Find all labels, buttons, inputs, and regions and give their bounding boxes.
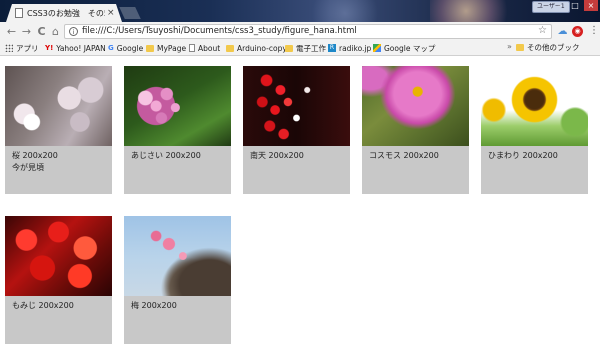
flower-photo-himawari: [481, 66, 588, 146]
bookmark-about[interactable]: About: [189, 42, 220, 54]
bookmark-radiko[interactable]: R radiko.jp: [328, 42, 371, 54]
flower-card-ajisai: あじさい 200x200: [124, 66, 231, 194]
address-bar[interactable]: i file:///C:/Users/Tsuyoshi/Documents/cs…: [64, 24, 552, 39]
apps-grid-icon: [5, 44, 13, 52]
maps-icon: [373, 44, 381, 52]
flower-card-cosmos: コスモス 200x200: [362, 66, 469, 194]
bookmark-google-maps[interactable]: Google マップ: [373, 42, 435, 54]
browser-toolbar: ← → C ⌂ i file:///C:/Users/Tsuyoshi/Docu…: [0, 22, 600, 41]
bookmark-mypage[interactable]: MyPage: [146, 42, 186, 54]
minimize-button[interactable]: –: [553, 0, 567, 11]
extension-icon[interactable]: ◉: [572, 26, 583, 37]
bookmark-google[interactable]: G Google: [108, 42, 143, 54]
radiko-icon: R: [328, 44, 336, 52]
page-favicon-icon: [15, 8, 23, 18]
flower-card-momiji: もみじ 200x200: [5, 216, 112, 344]
other-bookmarks[interactable]: その他のブック: [516, 42, 580, 53]
home-button[interactable]: ⌂: [49, 25, 62, 38]
flower-photo-sakura: [5, 66, 112, 146]
maximize-button[interactable]: □: [568, 0, 582, 11]
flower-caption: ひまわり 200x200: [488, 151, 558, 160]
flower-card-nanten: 南天 200x200: [243, 66, 350, 194]
folder-icon: [516, 44, 524, 51]
flower-photo-cosmos: [362, 66, 469, 146]
flower-photo-nanten: [243, 66, 350, 146]
bookmark-label: Yahoo! JAPAN: [56, 43, 106, 53]
tab-close-icon[interactable]: ×: [107, 8, 115, 18]
bookmark-arduino-copy[interactable]: Arduino-copy: [226, 42, 287, 54]
bookmark-label: Google マップ: [384, 43, 436, 53]
flower-caption: 桜 200x200 今が見頃: [12, 151, 58, 172]
close-window-button[interactable]: ×: [584, 0, 598, 11]
bookmark-denshi-kousaku[interactable]: 電子工作: [285, 42, 326, 54]
flower-caption: 梅 200x200: [131, 301, 177, 310]
overflow-chevron-icon[interactable]: »: [507, 42, 514, 54]
flower-caption: 南天 200x200: [250, 151, 304, 160]
flower-card-ume: 梅 200x200: [124, 216, 231, 344]
yahoo-icon: Y!: [45, 44, 54, 52]
bookmark-label: radiko.jp: [339, 43, 372, 53]
browser-tab[interactable]: CSS3のお勉強 その5 ×: [6, 4, 122, 22]
page-icon: [189, 44, 195, 52]
bookmark-label: Arduino-copy: [237, 43, 287, 53]
desktop-background: [300, 0, 390, 22]
cloud-extension-icon[interactable]: ☁: [557, 26, 568, 37]
site-info-icon[interactable]: i: [69, 27, 78, 36]
flower-caption: コスモス 200x200: [369, 151, 439, 160]
folder-icon: [226, 44, 234, 52]
bookmark-apps[interactable]: アプリ: [5, 42, 39, 54]
flower-caption: もみじ 200x200: [12, 301, 74, 310]
folder-icon: [285, 44, 293, 52]
bookmark-label: MyPage: [157, 43, 187, 53]
flower-card-himawari: ひまわり 200x200: [481, 66, 588, 194]
bookmark-star-icon[interactable]: ☆: [538, 25, 547, 36]
bookmark-label: アプリ: [16, 43, 39, 53]
bookmarks-bar: アプリ Y! Yahoo! JAPAN G Google MyPage Abou…: [0, 41, 600, 56]
back-button[interactable]: ←: [5, 25, 18, 38]
desktop-background-highlight: [430, 0, 520, 22]
tab-strip: CSS3のお勉強 その5 × ユーザー1 – □ ×: [0, 0, 600, 22]
url-text[interactable]: file:///C:/Users/Tsuyoshi/Documents/css3…: [82, 26, 357, 36]
flower-card-sakura: 桜 200x200 今が見頃: [5, 66, 112, 194]
bookmark-label: 電子工作: [296, 43, 326, 53]
browser-menu-icon[interactable]: ⋮: [589, 25, 599, 37]
folder-icon: [146, 44, 154, 52]
new-tab-button[interactable]: [119, 7, 141, 19]
forward-button[interactable]: →: [20, 25, 33, 38]
tab-title: CSS3のお勉強 その5: [27, 8, 105, 18]
reload-button[interactable]: C: [35, 25, 48, 38]
flower-caption: あじさい 200x200: [131, 151, 201, 160]
bookmark-yahoo[interactable]: Y! Yahoo! JAPAN: [45, 42, 106, 54]
google-icon: G: [108, 44, 114, 52]
bookmark-label: About: [198, 43, 221, 53]
bookmark-label: Google: [116, 43, 144, 53]
flower-photo-ume: [124, 216, 231, 296]
flower-photo-momiji: [5, 216, 112, 296]
flower-photo-ajisai: [124, 66, 231, 146]
other-bookmarks-label: その他のブック: [527, 43, 580, 52]
